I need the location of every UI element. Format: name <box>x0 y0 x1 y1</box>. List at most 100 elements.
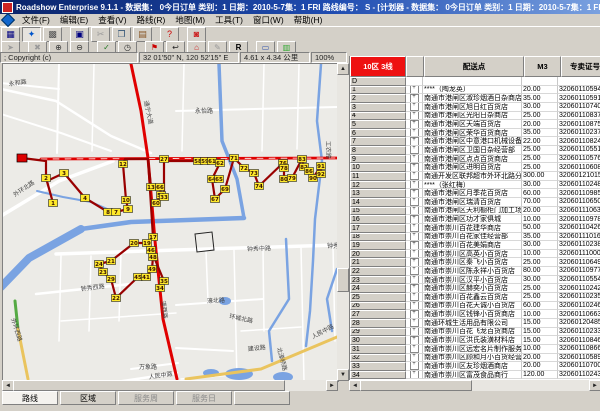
tab-route[interactable]: 路线 <box>2 391 58 405</box>
delivery-point-cell[interactable]: 南通开发区联邦超市外环北路分店 <box>423 172 522 181</box>
expand-plus-icon[interactable]: + <box>410 103 419 111</box>
license-cell[interactable]: 320601105940 <box>558 86 600 95</box>
table-row[interactable]: 11 + 南通开发区联邦超市外环北路分店 300.00 320601210155 <box>350 172 600 181</box>
stop-marker[interactable]: 73 <box>250 170 259 178</box>
license-cell[interactable]: 320601106080 <box>558 163 600 172</box>
delivery-point-cell[interactable]: ****（陶龙英） <box>423 86 522 95</box>
table-row[interactable]: 32 + 南通市崇川区顾和月小百货经营部 20.00 320601105899 <box>350 354 600 363</box>
expand-cell[interactable]: + <box>406 336 423 345</box>
stop-marker[interactable]: 91 <box>317 163 326 171</box>
m3-cell[interactable]: 25.00 <box>522 163 558 172</box>
license-cell[interactable]: 320601102351 <box>558 293 600 302</box>
expand-plus-icon[interactable]: + <box>410 276 419 284</box>
stop-number-cell[interactable]: 17 <box>350 224 406 233</box>
expand-cell[interactable]: + <box>406 103 423 112</box>
table-row[interactable]: 10 + 南通市港闸区进明百货店 25.00 320601106080 <box>350 163 600 172</box>
horizontal-scroll-thumb[interactable] <box>13 380 285 391</box>
delivery-point-cell[interactable]: 南通市港闸区中意港口机械设备配 <box>423 137 522 146</box>
license-cell[interactable] <box>558 77 600 86</box>
license-cell[interactable]: 320601109784 <box>558 215 600 224</box>
expand-plus-icon[interactable]: + <box>410 163 419 171</box>
expand-cell[interactable]: + <box>406 302 423 311</box>
stop-marker[interactable]: 79 <box>288 175 297 183</box>
delivery-point-cell[interactable]: 南通市港闸区卫国日杂经营部 <box>423 146 522 155</box>
delivery-point-cell[interactable]: 南通市崇川区陈永祥小百货店 <box>423 267 522 276</box>
tab-area[interactable]: 区域 <box>60 391 116 405</box>
table-row[interactable]: 33 + 南通市崇川区友珍烟酒商店 20.00 320601107004 <box>350 362 600 371</box>
stop-marker[interactable]: 2 <box>42 175 51 183</box>
m3-cell[interactable]: 35.00 <box>522 129 558 138</box>
license-cell[interactable]: 320601108460 <box>558 336 600 345</box>
stop-marker[interactable]: 8 <box>104 209 113 217</box>
stop-number-cell[interactable]: 24 <box>350 284 406 293</box>
stop-marker[interactable]: 67 <box>211 196 220 204</box>
m3-cell[interactable]: 30.00 <box>522 103 558 112</box>
stop-number-cell[interactable]: 10 <box>350 163 406 172</box>
stop-marker[interactable]: 19 <box>143 240 152 248</box>
stop-marker[interactable]: 34 <box>156 285 165 293</box>
stop-number-cell[interactable]: 12 <box>350 181 406 190</box>
stop-number-cell[interactable]: 34 <box>350 371 406 380</box>
stop-marker[interactable]: 48 <box>149 254 158 262</box>
stop-marker[interactable]: 60 <box>152 200 161 208</box>
stop-number-cell[interactable]: D <box>350 77 406 86</box>
delivery-point-cell[interactable]: 南通市港闸区荣华百货商店 <box>423 129 522 138</box>
stop-marker[interactable]: 7 <box>112 209 121 217</box>
stop-marker[interactable]: 83 <box>298 156 307 164</box>
m3-cell[interactable] <box>522 77 558 86</box>
expand-cell[interactable]: + <box>406 362 423 371</box>
stop-marker[interactable]: 61 <box>208 158 217 166</box>
stop-marker[interactable]: 78 <box>280 165 289 173</box>
stop-number-cell[interactable]: 3 <box>350 103 406 112</box>
table-row[interactable]: 9 + 南通市港闸区点点百货商店 25.00 320601105765 <box>350 155 600 164</box>
stop-number-cell[interactable]: 20 <box>350 250 406 259</box>
expand-plus-icon[interactable]: + <box>410 181 419 189</box>
license-header[interactable]: 专卖证号 <box>561 56 600 77</box>
expand-plus-icon[interactable]: + <box>410 86 419 94</box>
stop-marker[interactable]: 10 <box>122 197 131 205</box>
delivery-point-cell[interactable]: 南通市崇川百花飞龙百货商店 <box>423 328 522 337</box>
license-cell[interactable]: 320601108663 <box>558 345 600 354</box>
expand-cell[interactable]: + <box>406 371 423 380</box>
m3-cell[interactable]: 10.00 <box>522 310 558 319</box>
m3-cell[interactable]: 30.00 <box>522 276 558 285</box>
expand-plus-icon[interactable]: + <box>410 371 419 379</box>
table-row[interactable]: 19 + 南通市崇川百花美娟商店 30.00 320601102382 <box>350 241 600 250</box>
expand-plus-icon[interactable]: + <box>410 215 419 223</box>
m3-cell[interactable]: 80.00 <box>522 267 558 276</box>
license-cell[interactable]: 320601107400 <box>558 103 600 112</box>
m3-cell[interactable]: 35.00 <box>522 94 558 103</box>
stop-number-cell[interactable]: 22 <box>350 267 406 276</box>
stop-marker[interactable]: 35 <box>160 278 169 286</box>
stop-marker[interactable]: 69 <box>221 186 230 194</box>
stop-number-cell[interactable]: 26 <box>350 302 406 311</box>
m3-cell[interactable]: 10.00 <box>522 345 558 354</box>
expand-cell[interactable]: + <box>406 267 423 276</box>
delivery-point-cell[interactable] <box>423 77 522 86</box>
license-cell[interactable]: 320601108758 <box>558 120 600 129</box>
delivery-point-cell[interactable]: 南通市崇川区钱锋小百货商店 <box>423 310 522 319</box>
stop-marker[interactable]: 12 <box>119 161 128 169</box>
delivery-point-cell[interactable]: 南通市崇川百花天诚小百货店 <box>423 302 522 311</box>
table-scroll-thumb[interactable] <box>360 380 472 391</box>
stop-number-cell[interactable]: 7 <box>350 137 406 146</box>
table-row[interactable]: 20 + 南通市崇川区高英小百货店 10.00 320601110001 <box>350 250 600 259</box>
expand-cell[interactable]: + <box>406 310 423 319</box>
stop-number-cell[interactable]: 19 <box>350 241 406 250</box>
m3-cell[interactable]: 30.00 <box>522 241 558 250</box>
expand-cell[interactable]: + <box>406 112 423 121</box>
stop-number-cell[interactable]: 11 <box>350 172 406 181</box>
expand-plus-icon[interactable]: + <box>410 129 419 137</box>
stop-number-cell[interactable]: 21 <box>350 258 406 267</box>
stop-marker[interactable]: 33 <box>160 194 169 202</box>
map-vertical-scrollbar[interactable]: ▲ ▼ <box>337 63 349 380</box>
table-row[interactable]: 22 + 南通市崇川区陈永祥小百货店 80.00 320601109779 <box>350 267 600 276</box>
stop-marker[interactable]: 65 <box>215 176 224 184</box>
stop-marker[interactable]: 92 <box>317 171 326 179</box>
table-row[interactable]: 2 + 南通市港闸区淑珍烟酒日杂商店 35.00 320601105912 <box>350 94 600 103</box>
stop-marker[interactable]: 74 <box>255 183 264 191</box>
stop-number-cell[interactable]: 33 <box>350 362 406 371</box>
table-row[interactable]: 8 + 南通市港闸区卫国日杂经营部 25.00 320601105511 <box>350 146 600 155</box>
stop-marker[interactable]: 23 <box>99 269 108 277</box>
stop-marker[interactable]: 9 <box>124 206 133 214</box>
